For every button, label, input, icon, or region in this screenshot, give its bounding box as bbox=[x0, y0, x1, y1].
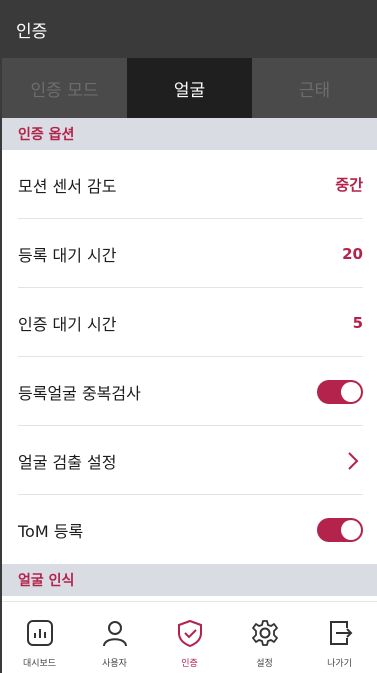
nav-label: 인증 bbox=[181, 659, 198, 669]
app-frame: 인증 인증 모드 얼굴 근태 인증 옵션 모션 센서 감도 중간 등록 대기 시… bbox=[0, 0, 377, 673]
tab-label: 근태 bbox=[298, 80, 331, 101]
row-label: 얼굴 검출 설정 bbox=[18, 452, 117, 472]
user-icon bbox=[98, 616, 132, 650]
nav-dashboard[interactable]: 대시보드 bbox=[2, 602, 77, 673]
tab-auth-mode[interactable]: 인증 모드 bbox=[2, 58, 127, 118]
bottom-navigation: 대시보드 사용자 인증 설정 나가기 bbox=[2, 601, 377, 673]
nav-label: 나가기 bbox=[327, 659, 352, 669]
nav-exit[interactable]: 나가기 bbox=[302, 602, 377, 673]
chevron-right-icon bbox=[343, 451, 363, 471]
nav-auth[interactable]: 인증 bbox=[152, 602, 227, 673]
tom-register-toggle[interactable] bbox=[317, 517, 363, 542]
auth-wait-row[interactable]: 인증 대기 시간 5 bbox=[2, 288, 377, 357]
gear-icon bbox=[248, 616, 282, 650]
settings-list: 모션 센서 감도 중간 등록 대기 시간 20 인증 대기 시간 5 등록얼굴 … bbox=[2, 150, 377, 564]
nav-settings[interactable]: 설정 bbox=[227, 602, 302, 673]
duplicate-check-row: 등록얼굴 중복검사 bbox=[2, 357, 377, 426]
nav-label: 사용자 bbox=[102, 659, 127, 669]
toggle-knob bbox=[341, 381, 361, 402]
nav-label: 설정 bbox=[256, 659, 273, 669]
tab-label: 인증 모드 bbox=[30, 80, 99, 101]
row-label: ToM 등록 bbox=[18, 521, 84, 541]
page-title: 인증 bbox=[16, 21, 48, 42]
tab-face[interactable]: 얼굴 bbox=[127, 58, 252, 118]
register-wait-row[interactable]: 등록 대기 시간 20 bbox=[2, 219, 377, 288]
section-header-auth-options: 인증 옵션 bbox=[2, 118, 377, 150]
section-header-face-recognition: 얼굴 인식 bbox=[2, 564, 377, 596]
exit-icon bbox=[323, 616, 357, 650]
shield-check-icon bbox=[173, 616, 207, 650]
row-label: 등록얼굴 중복검사 bbox=[18, 383, 141, 403]
row-label: 등록 대기 시간 bbox=[18, 245, 117, 265]
duplicate-check-toggle[interactable] bbox=[317, 379, 363, 404]
title-bar: 인증 bbox=[2, 0, 377, 58]
row-label: 인증 대기 시간 bbox=[18, 314, 117, 334]
tab-attendance[interactable]: 근태 bbox=[252, 58, 377, 118]
tom-register-row: ToM 등록 bbox=[2, 495, 377, 564]
dashboard-icon bbox=[23, 616, 57, 650]
motion-sensor-row[interactable]: 모션 센서 감도 중간 bbox=[2, 150, 377, 219]
nav-users[interactable]: 사용자 bbox=[77, 602, 152, 673]
row-label: 모션 센서 감도 bbox=[18, 176, 117, 196]
tab-label: 얼굴 bbox=[173, 80, 206, 101]
nav-label: 대시보드 bbox=[22, 659, 57, 669]
section-title: 인증 옵션 bbox=[18, 127, 75, 143]
toggle-knob bbox=[341, 519, 361, 540]
face-detection-row[interactable]: 얼굴 검출 설정 bbox=[2, 426, 377, 495]
row-value: 5 bbox=[352, 313, 363, 332]
section-title: 얼굴 인식 bbox=[18, 573, 75, 589]
tab-bar: 인증 모드 얼굴 근태 bbox=[2, 58, 377, 118]
row-value: 중간 bbox=[335, 176, 363, 194]
row-value: 20 bbox=[342, 244, 363, 263]
